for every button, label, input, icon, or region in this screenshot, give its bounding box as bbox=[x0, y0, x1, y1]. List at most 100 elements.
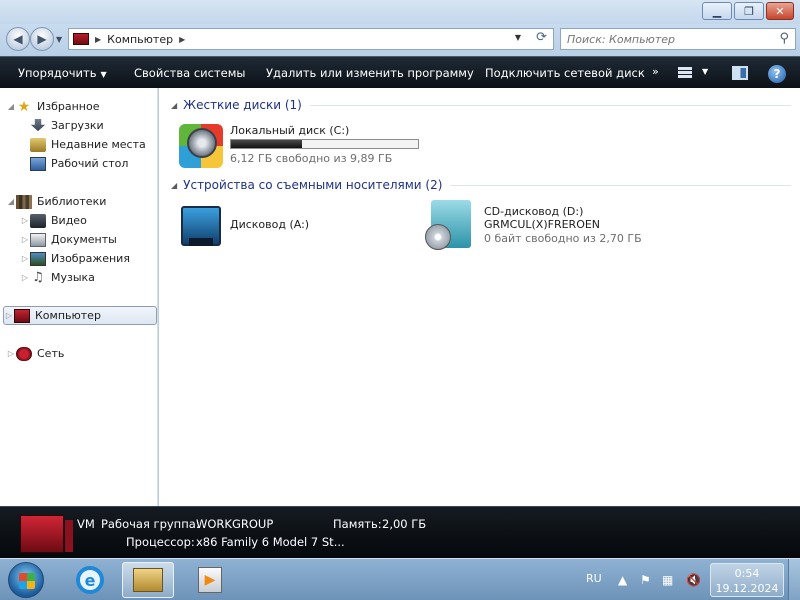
collapse-arrow-icon[interactable]: ▷ bbox=[6, 349, 16, 358]
action-center-flag-icon[interactable]: ⚑ bbox=[640, 573, 651, 587]
volume-muted-icon[interactable]: 🔇 bbox=[686, 573, 701, 587]
content-pane: ◢ Жесткие диски (1) Локальный диск (C:) … bbox=[159, 88, 800, 506]
forward-button[interactable]: ▶ bbox=[30, 27, 54, 51]
group-removable[interactable]: ◢ Устройства со съемными носителями (2) bbox=[171, 177, 791, 193]
view-list-icon bbox=[678, 67, 692, 79]
show-hidden-icons-icon[interactable]: ▲ bbox=[618, 573, 627, 587]
nav-music[interactable]: ▷ ♫ Музыка bbox=[20, 268, 178, 287]
drive-c-free-space: 6,12 ГБ свободно из 9,89 ГБ bbox=[230, 152, 393, 165]
address-bar[interactable]: ▶ Компьютер ▶ ▼ ⟳ bbox=[68, 28, 554, 50]
collapse-arrow-icon[interactable]: ▷ bbox=[20, 254, 30, 263]
change-view-button[interactable] bbox=[678, 67, 692, 79]
start-button[interactable] bbox=[8, 562, 44, 598]
clock-date: 19.12.2024 bbox=[715, 582, 779, 595]
drive-d-label: GRMCUL(X)FREROEN bbox=[484, 218, 601, 231]
chevron-right-icon[interactable]: ▶ bbox=[95, 35, 101, 44]
nav-desktop-label: Рабочий стол bbox=[51, 157, 129, 170]
clock-time: 0:54 bbox=[734, 567, 760, 580]
nav-computer-label: Компьютер bbox=[35, 309, 101, 322]
address-dropdown-icon[interactable]: ▼ bbox=[515, 33, 521, 42]
language-indicator[interactable]: RU bbox=[586, 572, 602, 585]
collapse-arrow-icon[interactable]: ▷ bbox=[4, 311, 14, 320]
minimize-button[interactable]: ▁ bbox=[702, 2, 732, 20]
details-pane: VM Рабочая группа: WORKGROUP Память: 2,0… bbox=[0, 506, 800, 558]
close-button[interactable]: ✕ bbox=[766, 2, 794, 20]
cpu-value: x86 Family 6 Model 7 St... bbox=[196, 535, 345, 549]
group-hard-drives-title: Жесткие диски (1) bbox=[183, 98, 302, 112]
nav-documents-label: Документы bbox=[51, 233, 117, 246]
search-icon[interactable]: ⚲ bbox=[779, 31, 789, 46]
nav-favorites-label: Избранное bbox=[37, 100, 100, 113]
folder-icon bbox=[133, 568, 163, 592]
arrow-left-icon: ◀ bbox=[13, 32, 23, 46]
help-button[interactable]: ? bbox=[768, 65, 786, 83]
chevron-down-icon: ▼ bbox=[100, 70, 107, 79]
taskbar-internet-explorer[interactable]: e bbox=[64, 562, 116, 598]
system-properties-button[interactable]: Свойства системы bbox=[134, 66, 245, 80]
workgroup-label: Рабочая группа: bbox=[101, 517, 200, 531]
taskbar-media-player[interactable]: ▶ bbox=[184, 562, 236, 598]
network-status-icon[interactable]: ▦ bbox=[662, 573, 673, 587]
nav-libraries[interactable]: ◢ Библиотеки bbox=[6, 192, 164, 211]
command-bar: Упорядочить ▼ Свойства системы Удалить ил… bbox=[0, 56, 800, 88]
drive-c-usage-fill bbox=[231, 140, 303, 148]
nav-libraries-label: Библиотеки bbox=[37, 195, 107, 208]
organize-button[interactable]: Упорядочить ▼ bbox=[18, 66, 107, 80]
expand-arrow-icon[interactable]: ◢ bbox=[6, 102, 16, 111]
taskbar-explorer[interactable] bbox=[122, 562, 174, 598]
collapse-arrow-icon[interactable]: ▷ bbox=[20, 273, 30, 282]
documents-icon bbox=[30, 232, 46, 247]
map-network-drive-button[interactable]: Подключить сетевой диск bbox=[485, 66, 645, 80]
collapse-arrow-icon[interactable]: ▷ bbox=[20, 235, 30, 244]
collapse-arrow-icon[interactable]: ◢ bbox=[171, 181, 177, 190]
maximize-button[interactable]: ❐ bbox=[734, 2, 764, 20]
refresh-icon[interactable]: ⟳ bbox=[536, 30, 547, 45]
drive-a-name: Дисковод (A:) bbox=[230, 218, 310, 231]
computer-icon bbox=[14, 308, 30, 323]
hard-disk-icon bbox=[179, 124, 223, 168]
cpu-label: Процессор: bbox=[126, 535, 195, 549]
cd-drive-icon bbox=[425, 200, 471, 250]
star-icon: ★ bbox=[17, 98, 31, 115]
nav-network-label: Сеть bbox=[37, 347, 65, 360]
system-clock[interactable]: 0:54 19.12.2024 bbox=[710, 563, 784, 597]
drive-c-name: Локальный диск (C:) bbox=[230, 124, 350, 137]
show-desktop-button[interactable] bbox=[788, 559, 800, 600]
taskbar: e ▶ RU ▲ ⚑ ▦ 🔇 0:54 19.12.2024 bbox=[0, 558, 800, 600]
view-dropdown-icon[interactable]: ▼ bbox=[702, 67, 708, 76]
uninstall-program-button[interactable]: Удалить или изменить программу bbox=[266, 66, 474, 80]
nav-video-label: Видео bbox=[51, 214, 87, 227]
nav-favorites[interactable]: ◢ ★ Избранное bbox=[6, 97, 164, 116]
drive-d-free-space: 0 байт свободно из 2,70 ГБ bbox=[484, 232, 642, 245]
divider bbox=[450, 184, 791, 186]
search-input[interactable] bbox=[567, 32, 767, 46]
floppy-drive-icon bbox=[181, 206, 221, 246]
recent-pages-dropdown[interactable]: ▼ bbox=[56, 35, 62, 44]
back-button[interactable]: ◀ bbox=[6, 27, 30, 51]
nav-network[interactable]: ▷ Сеть bbox=[6, 344, 164, 363]
libraries-icon bbox=[16, 194, 32, 209]
search-box[interactable]: ⚲ bbox=[560, 28, 796, 50]
nav-computer[interactable]: ▷ Компьютер bbox=[3, 306, 157, 325]
nav-images[interactable]: ▷ Изображения bbox=[20, 249, 178, 268]
nav-video[interactable]: ▷ Видео bbox=[20, 211, 178, 230]
collapse-arrow-icon[interactable]: ◢ bbox=[171, 101, 177, 110]
group-hard-drives[interactable]: ◢ Жесткие диски (1) bbox=[171, 97, 791, 113]
desktop-icon bbox=[30, 156, 46, 171]
more-commands-button[interactable]: » bbox=[652, 65, 659, 78]
breadcrumb-computer[interactable]: Компьютер bbox=[107, 33, 173, 46]
memory-label: Память: bbox=[333, 517, 382, 531]
collapse-arrow-icon[interactable]: ▷ bbox=[20, 216, 30, 225]
nav-music-label: Музыка bbox=[51, 271, 95, 284]
computer-name: VM bbox=[77, 517, 95, 531]
preview-pane-icon[interactable] bbox=[732, 66, 748, 80]
music-icon: ♫ bbox=[32, 269, 44, 285]
computer-icon bbox=[20, 515, 73, 553]
nav-documents[interactable]: ▷ Документы bbox=[20, 230, 178, 249]
window-titlebar: ▁ ❐ ✕ bbox=[0, 0, 800, 24]
media-player-icon: ▶ bbox=[198, 567, 222, 593]
divider bbox=[309, 104, 791, 106]
drive-d-name: CD-дисковод (D:) bbox=[484, 205, 584, 218]
expand-arrow-icon[interactable]: ◢ bbox=[6, 197, 16, 206]
chevron-right-icon[interactable]: ▶ bbox=[179, 35, 185, 44]
